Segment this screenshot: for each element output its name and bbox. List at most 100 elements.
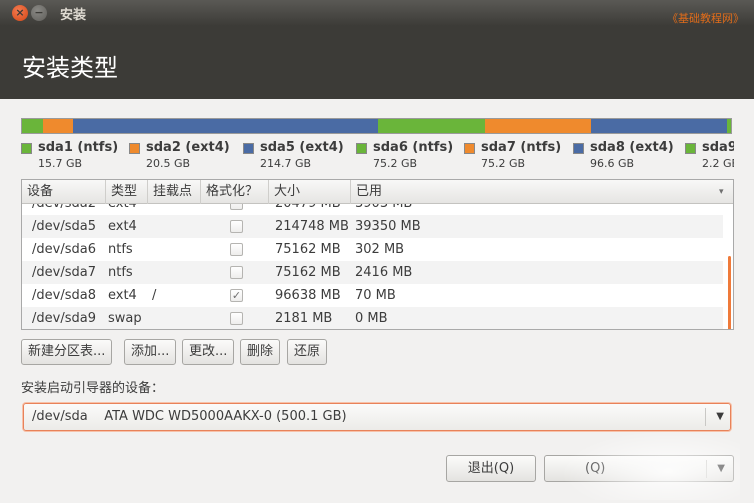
cell-type: ext4 (108, 219, 137, 234)
partition-bar (21, 118, 732, 134)
legend-swatch (464, 143, 475, 154)
cell-used: 2416 MB (355, 265, 413, 280)
table-scrollbar[interactable] (723, 204, 733, 329)
revert-button[interactable]: 还原 (287, 339, 328, 365)
cell-type: ntfs (108, 242, 133, 257)
format-checkbox[interactable] (230, 312, 243, 325)
legend-swatch (21, 143, 32, 154)
partition-table[interactable]: 设备 类型 挂载点 格式化？ 大小 已用 ▾ /dev/sda2 ext4 20… (21, 179, 734, 330)
cell-size: 214748 MB (275, 219, 349, 234)
cell-size: 96638 MB (275, 288, 341, 303)
table-row[interactable]: /dev/sda6 ntfs 75162 MB 302 MB (22, 238, 724, 261)
cell-type: ntfs (108, 265, 133, 280)
cell-device: /dev/sda8 (32, 288, 96, 303)
cell-used: 39350 MB (355, 219, 421, 234)
new-partition-table-button[interactable]: 新建分区表... (21, 339, 113, 365)
combo-separator (705, 408, 706, 426)
table-row[interactable]: /dev/sda7 ntfs 75162 MB 2416 MB (22, 261, 724, 284)
legend-swatch (356, 143, 367, 154)
legend-name: sda2 (ext4) (146, 140, 230, 155)
cell-type: swap (108, 311, 142, 326)
table-header: 设备 类型 挂载点 格式化？ 大小 已用 ▾ (22, 180, 733, 204)
cell-type: ext4 (108, 204, 137, 215)
column-header-format[interactable]: 格式化？ (201, 180, 269, 204)
quit-button[interactable]: 退出(Q) (446, 455, 536, 482)
table-row[interactable]: /dev/sda2 ext4 20479 MB 3903 MB (22, 204, 724, 215)
legend-size: 214.7 GB (260, 157, 312, 170)
partition-segment-sda6 (378, 119, 485, 133)
cell-used: 70 MB (355, 288, 396, 303)
page-title: 安装类型 (22, 54, 118, 82)
watermark: 《基础教程网》 (667, 12, 744, 25)
cell-device: /dev/sda2 (32, 204, 96, 215)
column-header-size[interactable]: 大小 (269, 180, 351, 204)
format-checkbox[interactable] (230, 220, 243, 233)
partition-segment-sda7 (484, 119, 592, 133)
column-header-mount[interactable]: 挂载点 (148, 180, 201, 204)
column-menu-icon[interactable]: ▾ (719, 181, 729, 203)
cell-used: 302 MB (355, 242, 405, 257)
scrollbar-thumb[interactable] (728, 256, 731, 329)
page-header: 安装类型 (0, 26, 754, 99)
cell-size: 75162 MB (275, 265, 341, 280)
legend-swatch (243, 143, 254, 154)
legend-size: 75.2 GB (481, 157, 526, 170)
cell-device: /dev/sda9 (32, 311, 96, 326)
change-partition-button[interactable]: 更改... (182, 339, 235, 365)
partition-legend: sda1 (ntfs) 15.7 GB sda2 (ext4) 20.5 GB … (21, 140, 734, 176)
install-button-label: (Q) (585, 461, 606, 476)
legend-size: 20.5 GB (146, 157, 191, 170)
chevron-down-icon[interactable]: ▼ (716, 404, 724, 430)
column-header-used[interactable]: 已用 (351, 180, 724, 204)
column-header-type[interactable]: 类型 (106, 180, 148, 204)
bootloader-device-value: /dev/sda ATA WDC WD5000AAKX-0 (500.1 GB) (32, 409, 347, 424)
cell-size: 20479 MB (275, 204, 341, 215)
cell-device: /dev/sda6 (32, 242, 96, 257)
format-checkbox[interactable] (230, 243, 243, 256)
cell-size: 75162 MB (275, 242, 341, 257)
title-bar: × − 安装 《基础教程网》 (0, 0, 754, 26)
legend-size: 2.2 GB (702, 157, 734, 170)
legend-name: sda7 (ntfs) (481, 140, 562, 155)
table-body: /dev/sda2 ext4 20479 MB 3903 MB /dev/sda… (22, 204, 724, 329)
cell-used: 0 MB (355, 311, 388, 326)
legend-swatch (685, 143, 696, 154)
legend-swatch (573, 143, 584, 154)
cell-mount: / (152, 288, 157, 303)
column-header-device[interactable]: 设备 (22, 180, 106, 204)
chevron-down-icon[interactable]: ▼ (717, 456, 725, 481)
format-checkbox-checked[interactable]: ✓ (230, 289, 243, 302)
legend-size: 15.7 GB (38, 157, 83, 170)
legend-name: sda8 (ext4) (590, 140, 674, 155)
legend-name: sda9 (702, 140, 734, 155)
partition-segment-sda5 (72, 119, 378, 133)
cell-size: 2181 MB (275, 311, 333, 326)
window-title: 安装 (60, 8, 87, 23)
format-checkbox[interactable] (230, 266, 243, 279)
partition-segment-sda8 (591, 119, 728, 133)
cell-device: /dev/sda5 (32, 219, 96, 234)
bootloader-label: 安装启动引导器的设备： (21, 381, 165, 396)
format-checkbox[interactable] (230, 204, 243, 210)
partition-segment-sda9 (727, 119, 731, 133)
legend-size: 75.2 GB (373, 157, 418, 170)
partition-segment-sda1 (22, 119, 43, 133)
button-separator (706, 460, 707, 478)
legend-name: sda5 (ext4) (260, 140, 344, 155)
add-partition-button[interactable]: 添加... (124, 339, 177, 365)
bootloader-device-select[interactable]: /dev/sda ATA WDC WD5000AAKX-0 (500.1 GB)… (23, 403, 731, 431)
table-row[interactable]: /dev/sda9 swap 2181 MB 0 MB (22, 307, 724, 329)
legend-name: sda1 (ntfs) (38, 140, 119, 155)
minimize-icon[interactable]: − (31, 5, 47, 21)
table-row[interactable]: /dev/sda8 ext4 / ✓ 96638 MB 70 MB (22, 284, 724, 307)
cell-type: ext4 (108, 288, 137, 303)
legend-name: sda6 (ntfs) (373, 140, 454, 155)
install-now-button[interactable]: (Q) ▼ (544, 455, 734, 482)
close-icon[interactable]: × (12, 5, 28, 21)
cell-device: /dev/sda7 (32, 265, 96, 280)
delete-partition-button[interactable]: 删除 (240, 339, 281, 365)
partition-segment-sda2 (42, 119, 73, 133)
table-row[interactable]: /dev/sda5 ext4 214748 MB 39350 MB (22, 215, 724, 238)
legend-size: 96.6 GB (590, 157, 635, 170)
legend-swatch (129, 143, 140, 154)
